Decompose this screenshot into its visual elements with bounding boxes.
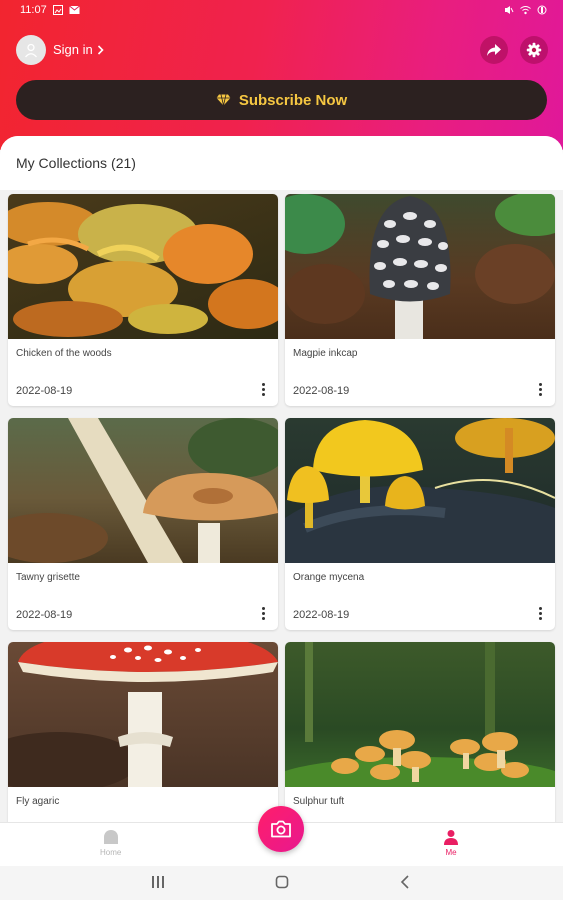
- share-button[interactable]: [480, 36, 508, 64]
- nav-me[interactable]: Me: [443, 829, 459, 857]
- status-bar: 11:07: [20, 3, 547, 17]
- more-options-icon[interactable]: [262, 383, 266, 396]
- mushroom-name: Tawny grisette: [16, 572, 80, 583]
- mushroom-name: Magpie inkcap: [293, 348, 358, 359]
- subscribe-label: Subscribe Now: [238, 91, 348, 109]
- mushroom-name: Fly agaric: [16, 796, 60, 807]
- home-system-icon[interactable]: [275, 875, 289, 889]
- mail-notification-icon: [68, 5, 80, 14]
- sign-in-label: Sign in: [53, 42, 93, 57]
- profile-icon: [444, 830, 458, 845]
- back-icon[interactable]: [400, 875, 410, 889]
- mushroom-name: Sulphur tuft: [293, 796, 345, 807]
- diamond-icon: [216, 94, 231, 106]
- home-icon: [103, 830, 118, 844]
- collection-date: 2022-08-19: [293, 609, 350, 621]
- header: 11:07 Sign in Subscribe Now: [0, 0, 563, 150]
- camera-icon: [271, 820, 291, 838]
- collections-header: My Collections (21): [0, 136, 563, 190]
- chevron-right-icon: [97, 44, 104, 55]
- mute-icon: [505, 6, 514, 14]
- more-options-icon[interactable]: [539, 607, 543, 620]
- user-icon: [25, 43, 37, 58]
- collection-card[interactable]: Chicken of the woods 2022-08-19: [8, 194, 278, 406]
- collection-card[interactable]: Orange mycena 2022-08-19: [285, 418, 555, 630]
- collection-date: 2022-08-19: [16, 385, 73, 397]
- mushroom-name: Chicken of the woods: [16, 348, 112, 359]
- settings-button[interactable]: [520, 36, 548, 64]
- wifi-icon: [520, 6, 531, 15]
- recent-apps-icon[interactable]: [151, 875, 165, 889]
- mushroom-photo: [8, 418, 278, 563]
- mushroom-photo: [8, 194, 278, 339]
- collections-panel: My Collections (21) Chicken of the woods…: [0, 136, 563, 900]
- collection-card[interactable]: Magpie inkcap 2022-08-19: [285, 194, 555, 406]
- image-notification-icon: [52, 5, 63, 15]
- mushroom-name: Orange mycena: [293, 572, 365, 583]
- gear-icon: [526, 42, 542, 58]
- collection-card[interactable]: Tawny grisette 2022-08-19: [8, 418, 278, 630]
- status-time: 11:07: [20, 4, 47, 16]
- nav-home-label: Home: [100, 848, 122, 857]
- collections-title: My Collections: [16, 155, 108, 171]
- battery-icon: [537, 5, 547, 15]
- collections-count: (21): [111, 155, 136, 171]
- system-nav-bar: [0, 866, 563, 900]
- nav-home[interactable]: Home: [100, 829, 121, 857]
- avatar[interactable]: [16, 35, 46, 65]
- mushroom-photo: [285, 194, 555, 339]
- nav-me-label: Me: [445, 848, 457, 857]
- share-icon: [487, 44, 501, 56]
- collection-date: 2022-08-19: [16, 609, 73, 621]
- sign-in-link[interactable]: Sign in: [53, 42, 104, 57]
- mushroom-photo: [8, 642, 278, 787]
- collection-date: 2022-08-19: [293, 385, 350, 397]
- more-options-icon[interactable]: [262, 607, 266, 620]
- subscribe-button[interactable]: Subscribe Now: [16, 80, 547, 120]
- mushroom-photo: [285, 418, 555, 563]
- mushroom-photo: [285, 642, 555, 787]
- camera-button[interactable]: [258, 806, 304, 852]
- more-options-icon[interactable]: [539, 383, 543, 396]
